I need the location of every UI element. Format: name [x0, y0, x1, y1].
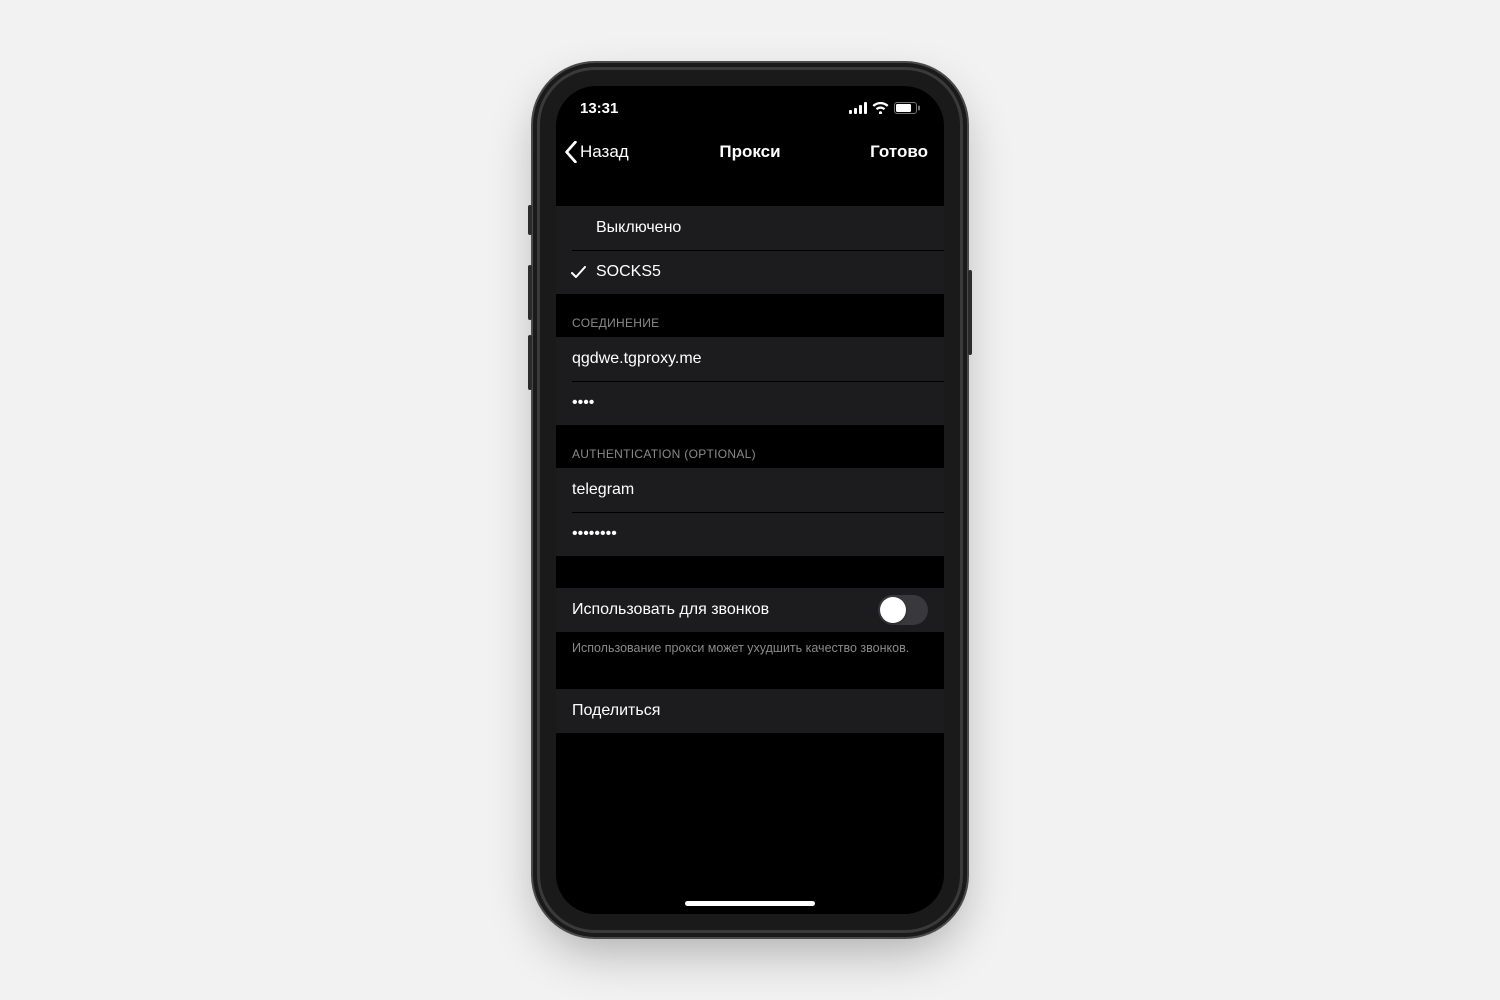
port-input[interactable]	[572, 394, 928, 412]
status-icons	[849, 102, 920, 114]
back-label: Назад	[580, 142, 629, 162]
auth-header: AUTHENTICATION (OPTIONAL)	[556, 425, 944, 468]
checkmark-icon	[566, 266, 590, 279]
cellular-icon	[849, 102, 867, 114]
proxy-type-socks5[interactable]: SOCKS5	[556, 250, 944, 294]
use-for-calls-label: Использовать для звонков	[572, 601, 769, 619]
proxy-type-disabled[interactable]: Выключено	[556, 206, 944, 250]
notch	[655, 86, 845, 116]
use-for-calls-toggle[interactable]	[878, 595, 928, 625]
toggle-knob	[880, 597, 906, 623]
proxy-type-disabled-label: Выключено	[596, 219, 681, 237]
server-input[interactable]	[572, 350, 928, 368]
share-group: Поделиться	[556, 689, 944, 733]
spacer	[556, 556, 944, 588]
volume-down-button	[528, 335, 532, 390]
connection-group	[556, 337, 944, 425]
battery-icon	[894, 102, 920, 114]
password-row[interactable]	[556, 512, 944, 556]
username-row[interactable]	[556, 468, 944, 512]
auth-group	[556, 468, 944, 556]
home-indicator[interactable]	[685, 901, 815, 906]
calls-group: Использовать для звонков	[556, 588, 944, 632]
password-input[interactable]	[572, 525, 928, 543]
done-button[interactable]: Готово	[864, 138, 934, 166]
proxy-type-group: Выключено SOCKS5	[556, 206, 944, 294]
spacer	[556, 657, 944, 689]
wifi-icon	[872, 102, 889, 114]
port-row[interactable]	[556, 381, 944, 425]
status-time: 13:31	[580, 100, 618, 117]
calls-note: Использование прокси может ухудшить каче…	[556, 632, 944, 657]
content: Выключено SOCKS5 СОЕДИНЕНИЕ AUTHENT	[556, 174, 944, 914]
power-button	[968, 270, 972, 355]
proxy-type-socks5-label: SOCKS5	[596, 263, 661, 281]
server-row[interactable]	[556, 337, 944, 381]
share-label: Поделиться	[572, 702, 660, 720]
phone-frame: 13:31 Назад Прокси Готово	[540, 70, 960, 930]
mute-switch	[528, 205, 532, 235]
back-button[interactable]: Назад	[560, 137, 633, 167]
volume-up-button	[528, 265, 532, 320]
share-row[interactable]: Поделиться	[556, 689, 944, 733]
nav-bar: Назад Прокси Готово	[556, 130, 944, 174]
chevron-left-icon	[564, 141, 578, 163]
screen: 13:31 Назад Прокси Готово	[556, 86, 944, 914]
username-input[interactable]	[572, 481, 928, 499]
connection-header: СОЕДИНЕНИЕ	[556, 294, 944, 337]
use-for-calls-row[interactable]: Использовать для звонков	[556, 588, 944, 632]
